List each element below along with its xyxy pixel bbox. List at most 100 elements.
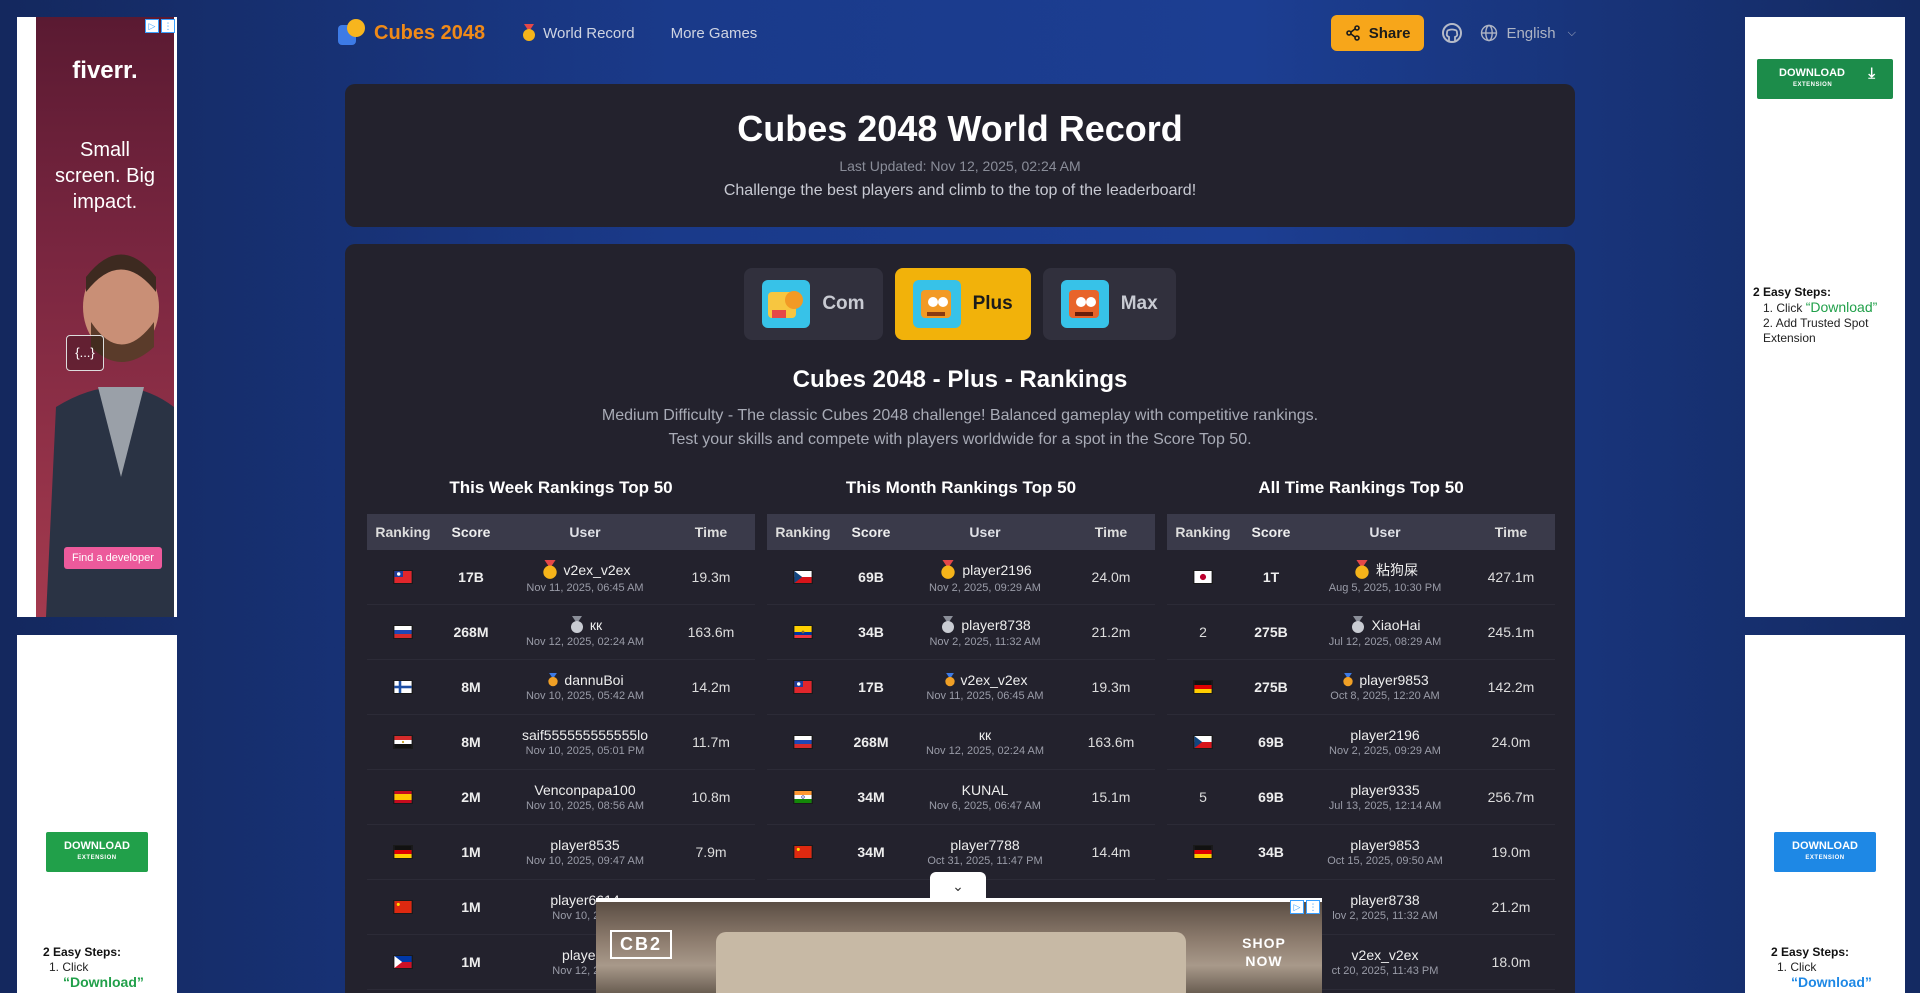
sofa-ad-image bbox=[596, 902, 1322, 993]
flag-ec-icon bbox=[793, 625, 813, 639]
username[interactable]: player9853 bbox=[1303, 672, 1467, 688]
username[interactable]: player2196 bbox=[1303, 727, 1467, 743]
username[interactable]: player8738 bbox=[903, 616, 1067, 634]
tab-plus[interactable]: Plus bbox=[894, 268, 1031, 340]
rank-cell: 5 bbox=[1167, 789, 1239, 805]
time-cell: 427.1m bbox=[1487, 569, 1535, 585]
score-cell: 275B bbox=[1254, 624, 1288, 640]
github-icon[interactable] bbox=[1442, 23, 1463, 43]
nav-more-games[interactable]: More Games bbox=[671, 25, 758, 42]
table-row[interactable]: 268M кк Nov 12, 2025, 02:24 AM 163.6m bbox=[767, 715, 1155, 770]
ad-close-icon[interactable]: ⋮ bbox=[161, 19, 175, 33]
table-row[interactable]: 17B v2ex_v2ex Nov 11, 2025, 06:45 AM 19.3m bbox=[767, 660, 1155, 715]
rank-cell bbox=[367, 845, 439, 859]
download-button-left[interactable]: DOWNLOAD EXTENSION bbox=[46, 832, 148, 872]
table-row[interactable]: 1M player8535 Nov 10, 2025, 09:47 AM 7.9m bbox=[367, 825, 755, 880]
flag-in-icon bbox=[793, 790, 813, 804]
table-row[interactable]: 69B player2196 Nov 2, 2025, 09:29 AM 24.0m bbox=[1167, 715, 1555, 770]
user-cell: XiaoHai Jul 12, 2025, 08:29 AM bbox=[1303, 616, 1467, 648]
table-row[interactable]: 34B player9853 Oct 15, 2025, 09:50 AM 19.0m bbox=[1167, 825, 1555, 880]
username[interactable]: player2196 bbox=[903, 560, 1067, 580]
column-header-ranking: Ranking bbox=[1175, 524, 1231, 540]
score-cell: 8M bbox=[461, 679, 481, 695]
username[interactable]: saif555555555555lo bbox=[503, 727, 667, 743]
username[interactable]: v2ex_v2ex bbox=[1303, 947, 1467, 963]
language-select[interactable]: English ⌵ bbox=[1480, 24, 1576, 42]
username[interactable]: player8738 bbox=[1303, 892, 1467, 908]
record-date: Nov 11, 2025, 06:45 AM bbox=[926, 690, 1044, 702]
table-row[interactable]: 5 69B player9335 Jul 13, 2025, 12:14 AM 256.… bbox=[1167, 770, 1555, 825]
adchoices-icon[interactable]: ▷ bbox=[1290, 900, 1304, 914]
table-row[interactable]: 8M saif555555555555lo Nov 10, 2025, 05:01 … bbox=[367, 715, 755, 770]
table-row[interactable]: 34M KUNAL Nov 6, 2025, 06:47 AM 15.1m bbox=[767, 770, 1155, 825]
user-cell: player8535 Nov 10, 2025, 09:47 AM bbox=[503, 837, 667, 867]
bottom-ad[interactable]: CB2 SHOP NOW ▷ ⋮ bbox=[596, 898, 1322, 993]
username[interactable]: player9853 bbox=[1303, 837, 1467, 853]
left-bottom-ad[interactable]: DOWNLOAD EXTENSION 2 Easy Steps: 1. Clic… bbox=[17, 635, 177, 993]
table-row[interactable]: 2M Venconpapa100 Nov 10, 2025, 08:56 AM 10.… bbox=[367, 770, 755, 825]
ad-choices-bottom[interactable]: ▷ ⋮ bbox=[1290, 900, 1320, 914]
username[interactable]: dannuBoi bbox=[503, 672, 667, 688]
code-button[interactable]: {...} bbox=[66, 335, 104, 371]
table-row[interactable]: 17B v2ex_v2ex Nov 11, 2025, 06:45 AM 19.3m bbox=[367, 550, 755, 605]
rank-cell bbox=[367, 735, 439, 749]
table-row[interactable]: 268M кк Nov 12, 2025, 02:24 AM 163.6m bbox=[367, 605, 755, 660]
table-row[interactable]: 1T 粘狗屎 Aug 5, 2025, 10:30 PM 427.1m bbox=[1167, 550, 1555, 605]
collapse-ad-button[interactable]: ⌄ bbox=[930, 872, 986, 900]
table-row[interactable]: 34B player8738 Nov 2, 2025, 11:32 AM 21.2m bbox=[767, 605, 1155, 660]
column-header-time: Time bbox=[1494, 524, 1528, 540]
brand-link[interactable]: Cubes 2048 bbox=[336, 18, 485, 48]
rank-cell bbox=[767, 790, 839, 804]
right-top-ad[interactable]: DOWNLOAD ⤓ EXTENSION 2 Easy Steps: 1. Cl… bbox=[1745, 17, 1905, 617]
time-cell: 21.2m bbox=[1091, 624, 1131, 640]
table-row[interactable]: 8M dannuBoi Nov 10, 2025, 05:42 AM 14.2m bbox=[367, 660, 755, 715]
username-text: player9853 bbox=[1359, 672, 1429, 688]
username[interactable]: KUNAL bbox=[903, 782, 1067, 798]
username[interactable]: player8535 bbox=[503, 837, 667, 853]
shop-now-link[interactable]: SHOP NOW bbox=[1234, 934, 1294, 970]
adchoices-icon[interactable]: ▷ bbox=[145, 19, 159, 33]
username[interactable]: кк bbox=[503, 616, 667, 634]
tab-max[interactable]: Max bbox=[1042, 268, 1176, 340]
nav-world-record[interactable]: World Record bbox=[521, 24, 635, 42]
user-cell: player2196 Nov 2, 2025, 09:29 AM bbox=[1303, 727, 1467, 757]
download-button-right-top[interactable]: DOWNLOAD ⤓ EXTENSION bbox=[1757, 59, 1893, 99]
time-cell: 24.0m bbox=[1491, 734, 1531, 750]
ad-close-icon[interactable]: ⋮ bbox=[1306, 900, 1320, 914]
table-row[interactable]: 275B player9853 Oct 8, 2025, 12:20 AM 142.2… bbox=[1167, 660, 1555, 715]
username-text: Venconpapa100 bbox=[534, 782, 636, 798]
table-row[interactable]: 2 275B XiaoHai Jul 12, 2025, 08:29 AM 245.1m bbox=[1167, 605, 1555, 660]
score-cell: 34B bbox=[1258, 844, 1284, 860]
ad-choices[interactable]: ▷ ⋮ bbox=[145, 19, 175, 33]
username[interactable]: 粘狗屎 bbox=[1303, 560, 1467, 580]
username[interactable]: v2ex_v2ex bbox=[503, 560, 667, 580]
chevron-down-icon: ⌄ bbox=[952, 877, 964, 894]
rankings-title: Cubes 2048 - Plus - Rankings bbox=[792, 366, 1128, 393]
fiverr-ad[interactable]: fiverr. Small screen. Big impact. {...} … bbox=[36, 17, 174, 617]
username-text: кк bbox=[978, 727, 992, 743]
download-button-right-bottom[interactable]: DOWNLOAD EXTENSION bbox=[1774, 832, 1876, 872]
tab-com[interactable]: Com bbox=[744, 268, 883, 340]
table-title: All Time Rankings Top 50 bbox=[1258, 478, 1464, 497]
user-cell: 粘狗屎 Aug 5, 2025, 10:30 PM bbox=[1303, 560, 1467, 594]
username[interactable]: Venconpapa100 bbox=[503, 782, 667, 798]
table-row[interactable]: 69B player2196 Nov 2, 2025, 09:29 AM 24.0m bbox=[767, 550, 1155, 605]
rank-cell bbox=[367, 955, 439, 969]
left-top-ad[interactable]: fiverr. Small screen. Big impact. {...} … bbox=[17, 17, 177, 617]
share-button[interactable]: Share bbox=[1330, 15, 1425, 51]
bronze-medal-icon bbox=[944, 673, 955, 687]
username[interactable]: v2ex_v2ex bbox=[903, 672, 1067, 688]
record-date: Nov 10, 2025, 05:01 PM bbox=[525, 745, 645, 757]
column-header-time: Time bbox=[694, 524, 728, 540]
page-title: Cubes 2048 World Record bbox=[737, 108, 1183, 149]
table-title: This Week Rankings Top 50 bbox=[449, 478, 673, 497]
username[interactable]: player7788 bbox=[903, 837, 1067, 853]
right-bottom-ad[interactable]: DOWNLOAD EXTENSION 2 Easy Steps: 1. Clic… bbox=[1745, 635, 1905, 993]
record-date: Oct 8, 2025, 12:20 AM bbox=[1330, 690, 1440, 702]
sofa-shape bbox=[716, 932, 1186, 993]
username[interactable]: player9335 bbox=[1303, 782, 1467, 798]
username[interactable]: кк bbox=[903, 727, 1067, 743]
rank-cell: 2 bbox=[1167, 624, 1239, 640]
find-developer-button[interactable]: Find a developer bbox=[64, 547, 162, 569]
username[interactable]: XiaoHai bbox=[1303, 616, 1467, 634]
